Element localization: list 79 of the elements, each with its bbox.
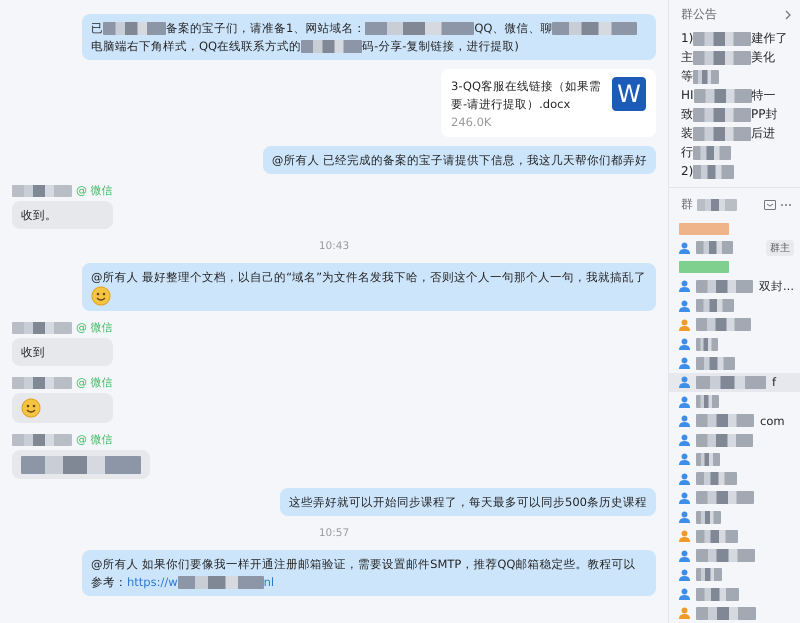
announcement-text: 行 <box>681 144 693 161</box>
member-name: 双封... <box>759 278 794 294</box>
source-tag: @ 微信 <box>76 320 112 335</box>
panel-title: 群公告 <box>681 6 717 23</box>
announcement-text: PP封 <box>751 106 778 123</box>
smiley-emoji-icon <box>91 286 111 306</box>
member-row[interactable]: com <box>669 411 800 431</box>
pixelated-block <box>696 376 766 389</box>
pixelated-block <box>694 88 752 102</box>
source-tag: @ 微信 <box>76 183 112 198</box>
pixelated-block <box>693 32 752 46</box>
member-name: com <box>760 414 785 428</box>
pixelated-block <box>301 40 362 54</box>
message-bubble: 收到。 <box>12 201 112 229</box>
pixelated-block <box>693 146 731 160</box>
pixelated-block <box>696 549 755 562</box>
announcement-text: 建作了 <box>751 30 788 47</box>
pixelated-block <box>696 568 722 582</box>
pixelated-block <box>696 280 754 293</box>
announcement-text: 主 <box>681 49 693 66</box>
member-row[interactable]: 群主 <box>669 238 800 258</box>
file-card[interactable]: 3-QQ客服在线链接（如果需要-请进行提取）.docx 246.0K W <box>441 69 656 137</box>
announcement-text: 后进 <box>751 125 775 142</box>
message-box-icon[interactable] <box>764 200 776 210</box>
word-document-icon: W <box>612 77 646 111</box>
announcement-text: 致 <box>681 106 693 123</box>
message-bubble: 收到 <box>12 338 112 366</box>
pixelated-block <box>12 434 72 446</box>
pixelated-block <box>103 22 166 36</box>
message-bubble: @所有人 最好整理个文档，以自己的“域名”为文件名发我下哈，否则这个人一句那个人一句，我就搞乱了 <box>82 263 656 311</box>
announcement-text: 1) <box>681 30 694 47</box>
pixelated-block <box>696 452 720 466</box>
pixelated-block <box>696 472 737 486</box>
member-row[interactable]: f <box>669 372 800 392</box>
pixelated-block <box>696 356 735 370</box>
pixelated-block <box>696 395 719 408</box>
file-name: 3-QQ客服在线链接（如果需要-请进行提取）.docx <box>451 78 602 113</box>
pixelated-block <box>696 318 751 332</box>
announcement-text: 等 <box>681 68 693 85</box>
chevron-right-icon[interactable] <box>784 10 792 20</box>
smiley-emoji-icon <box>21 398 41 418</box>
member-name: f <box>772 375 776 390</box>
announcement-text: 美化 <box>751 49 775 66</box>
message-bubble: @所有人 如果你们要像我一样开通注册邮箱验证，需要设置邮件SMTP，推荐QQ邮箱稳定些。教程可以参考：https://w nl <box>82 550 656 596</box>
pixelated-block <box>12 184 72 196</box>
message-bubble: @所有人 已经完成的备案的宝子请提供下信息，我这几天帮你们都弄好 <box>262 146 656 174</box>
announcement-text: 2) <box>681 163 694 180</box>
announcement-text: 装 <box>681 125 693 142</box>
pixelated-block <box>12 322 72 334</box>
panel-title: 群 <box>681 196 693 213</box>
source-tag: @ 微信 <box>76 375 112 390</box>
source-tag: @ 微信 <box>76 432 112 447</box>
pixelated-block <box>696 241 733 254</box>
more-icon[interactable] <box>780 202 792 206</box>
timestamp: 10:43 <box>318 240 350 252</box>
role-badge: 群主 <box>766 240 794 256</box>
pixelated-block <box>697 198 737 210</box>
pixelated-block <box>693 126 751 140</box>
pixelated-block <box>696 338 718 351</box>
pixelated-block <box>696 606 756 620</box>
message-bubble: 已 备案的宝子们，请准备1、网站域名： QQ、微信、聊 电脑端右下角样式，QQ在线联系方式的 码-分享-复制链接，进行提取) <box>82 14 656 60</box>
message-bubble: 这些弄好就可以开始同步课程了，每天最多可以同步500条历史课程 <box>280 488 656 516</box>
file-size: 246.0K <box>451 115 492 129</box>
pixelated-block <box>693 70 719 84</box>
pixelated-block <box>696 530 738 543</box>
timestamp: 10:57 <box>318 526 350 539</box>
pixelated-block <box>696 588 739 601</box>
pixelated-block <box>12 376 72 388</box>
pixelated-block <box>696 414 754 428</box>
pixelated-block <box>696 434 753 447</box>
pixelated-block <box>693 50 751 64</box>
announcement-text: 特一 <box>752 87 776 104</box>
pixelated-block <box>696 491 754 504</box>
member-row[interactable]: 双封... <box>669 276 800 296</box>
pixelated-block <box>696 299 734 312</box>
pixelated-block <box>693 164 734 178</box>
pixelated-block <box>696 510 721 524</box>
pixelated-block <box>693 108 751 122</box>
announcement-text: HI <box>681 87 694 104</box>
